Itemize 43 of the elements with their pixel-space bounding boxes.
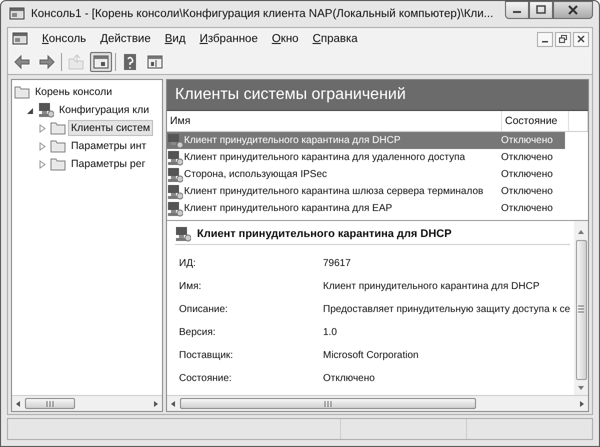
menu-item[interactable]: Окно — [272, 33, 299, 45]
table-row[interactable]: Клиент принудительного карантина для EAP Отключено — [167, 200, 588, 217]
field-value: Клиент принудительного карантина для DHCP — [323, 281, 540, 292]
table-cell-text: Отключено — [500, 169, 554, 180]
field-label: Версия: — [179, 327, 217, 338]
field-value: Microsoft Corporation — [323, 350, 420, 361]
window-title: Консоль1 - [Корень консоли\Конфигурация клиента NAP(Локальный компьютер)\Кли... — [31, 8, 494, 20]
field-value: Отключено — [323, 373, 376, 384]
menu-item[interactable]: Избранное — [200, 33, 258, 45]
menu-item[interactable]: Справка — [312, 33, 358, 45]
table-cell: Клиент принудительного карантина для DHCP — [184, 135, 400, 146]
table-cell-text: Отключено — [500, 186, 554, 197]
table-row[interactable]: Сторона, использующая IPSec Отключено — [167, 166, 588, 183]
table-cell-text: Отключено — [500, 152, 554, 163]
table-cell: Клиент принудительного карантина для удаленного доступа — [184, 152, 466, 163]
table-cell: Клиент принудительного карантина шлюза сервера терминалов — [184, 186, 484, 197]
table-cell-text: Отключено — [500, 135, 554, 146]
tree-item[interactable]: Параметры инт — [69, 139, 148, 153]
field-label: Поставщик: — [179, 350, 234, 361]
tree-item[interactable]: Конфигурация кли — [57, 103, 152, 117]
field-label: Состояние: — [179, 373, 233, 384]
table-cell: Клиент принудительного карантина для EAP — [184, 203, 392, 214]
menu-item[interactable]: Вид — [164, 33, 186, 45]
table-row[interactable]: Клиент принудительного карантина для удаленного доступа Отключено — [167, 149, 588, 166]
menu-item[interactable]: Консоль — [42, 33, 86, 45]
tree-item[interactable]: Параметры рег — [69, 157, 148, 171]
details-title: Клиент принудительного карантина для DHCP — [197, 228, 452, 240]
table-cell-text: Отключено — [500, 203, 554, 214]
table-cell: Сторона, использующая IPSec — [184, 169, 328, 180]
field-value: Предоставляет принудительную защиту доступа к се — [323, 304, 572, 315]
menu-item[interactable]: Действие — [100, 33, 151, 45]
column-header[interactable]: Состояние — [502, 111, 569, 131]
field-label: Описание: — [179, 304, 229, 315]
table-row[interactable]: Клиент принудительного карантина для DHCP Отключено — [167, 132, 565, 149]
field-value: 79617 — [323, 258, 352, 269]
panel-header: Клиенты системы ограничений — [167, 80, 588, 111]
field-label: ИД: — [179, 258, 197, 269]
column-header[interactable]: Имя — [167, 111, 502, 131]
field-value: 1.0 — [323, 327, 338, 338]
table-row[interactable]: Клиент принудительного карантина шлюза сервера терминалов Отключено — [167, 183, 588, 200]
tree-item[interactable]: Клиенты систем — [69, 121, 152, 135]
tree-item[interactable]: Корень консоли — [33, 85, 114, 99]
field-label: Имя: — [179, 281, 202, 292]
